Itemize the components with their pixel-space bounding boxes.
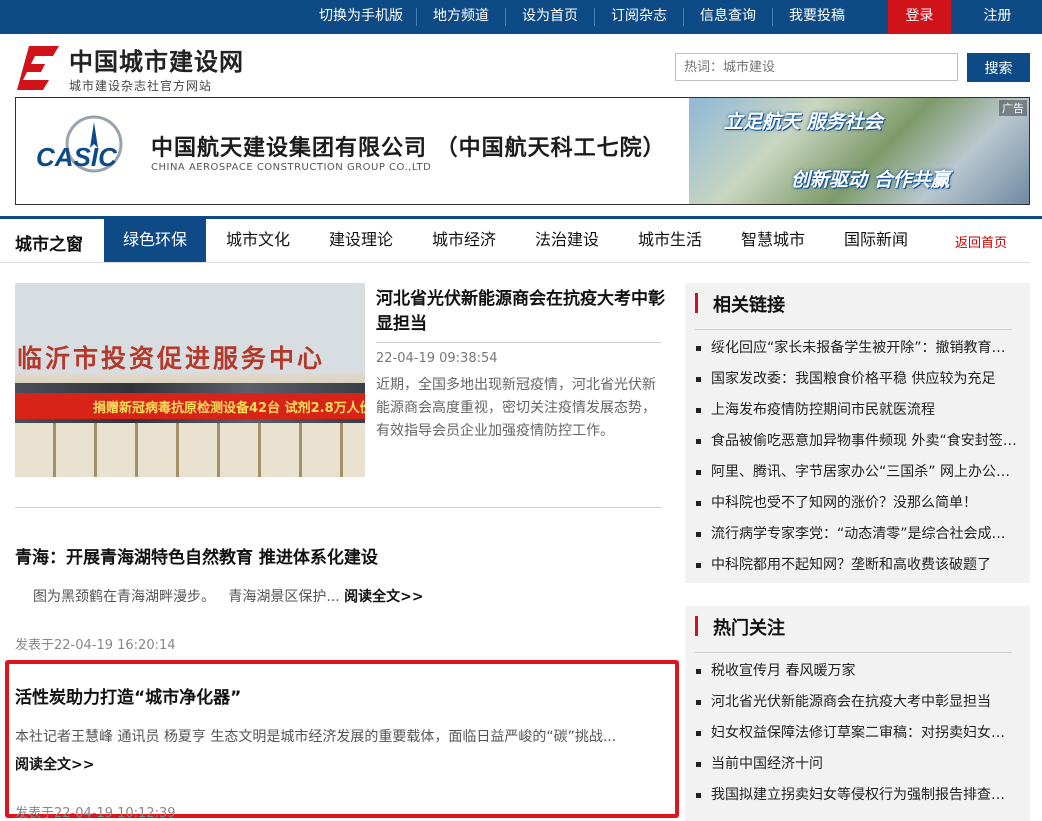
search-button[interactable]: 搜索 (967, 53, 1030, 82)
read-more-link[interactable]: 阅读全文>> (344, 589, 423, 605)
channel-nav: 城市之窗 绿色环保 城市文化 建设理论 城市经济 法治建设 城市生活 智慧城市 … (0, 219, 1030, 263)
hot-topics-title: 热门关注 (713, 618, 785, 639)
search-input[interactable] (675, 53, 958, 81)
register-button[interactable]: 注册 (966, 0, 1029, 34)
back-home-link[interactable]: 返回首页 (955, 232, 1007, 251)
article-title[interactable]: 青海：开展青海湖特色自然教育 推进体系化建设 (15, 543, 378, 568)
hot-topics-header: 热门关注 (695, 606, 1012, 653)
featured-description: 近期，全国多地出现新冠疫情，河北省光伏新能源商会高度重视，密切关注疫情发展态势，… (376, 377, 656, 439)
section-marker (695, 616, 698, 636)
article-snippet-text: 图为黑颈鹤在青海湖畔漫步。 青海湖景区保护... (33, 589, 340, 605)
login-button[interactable]: 登录 (888, 0, 951, 34)
list-item[interactable]: 食品被偷吃恶意加异物事件频现 外卖“食安封签”难题待解 (695, 431, 1017, 462)
list-item[interactable]: 绥化回应“家长未报备学生被开除”：撤销教育局长职务 (695, 338, 1017, 369)
subscribe-link[interactable]: 订阅杂志 (595, 0, 683, 34)
related-links-box: 相关链接 绥化回应“家长未报备学生被开除”：撤销教育局长职务 国家发改委：我国粮… (685, 283, 1030, 583)
casic-logo-icon: CASIC (36, 115, 123, 173)
related-links-title: 相关链接 (713, 295, 785, 316)
tab-life[interactable]: 城市生活 (619, 219, 721, 262)
tab-international[interactable]: 国际新闻 (825, 219, 927, 262)
hot-topics-box: 热门关注 税收宣传月 春风暖万家 河北省光伏新能源商会在抗疫大考中彰显担当 妇女… (685, 606, 1030, 821)
svg-text:CASIC: CASIC (36, 142, 118, 172)
featured-title[interactable]: 河北省光伏新能源商会在抗疫大考中彰显担当 (376, 287, 666, 337)
photo-sign-text: 临沂市投资促进服务中心 (17, 344, 326, 373)
related-links-list: 绥化回应“家长未报备学生被开除”：撤销教育局长职务 国家发改委：我国粮食价格平稳… (695, 338, 1017, 586)
divider (376, 342, 661, 343)
top-bar: 切换为手机版 地方频道 设为首页 订阅杂志 信息查询 我要投稿 登录 注册 (0, 0, 1042, 34)
article-snippet: 图为黑颈鹤在青海湖畔漫步。 青海湖景区保护... 阅读全文>> (33, 586, 424, 606)
banner-ad[interactable]: CASIC 中国航天建设集团有限公司 （中国航天科工七院） CHINA AERO… (15, 97, 1030, 205)
related-links-header: 相关链接 (695, 283, 1012, 330)
banner-company-english: CHINA AEROSPACE CONSTRUCTION GROUP CO.,L… (151, 162, 432, 173)
local-channel-link[interactable]: 地方频道 (417, 0, 505, 34)
list-item[interactable]: 我国拟建立拐卖妇女等侵权行为强制报告排查机制 (695, 785, 1017, 816)
list-item[interactable]: 税收宣传月 春风暖万家 (695, 661, 1017, 692)
article-snippet-text: 本社记者王慧峰 通讯员 杨夏亨 生态文明是城市经济发展的重要载体，面临日益严峻的… (15, 729, 617, 745)
article-time: 发表于22-04-19 10:12:39 (15, 806, 176, 821)
photo-banner-text: 捐赠新冠病毒抗原检测设备42台 试剂2.8万人份 (93, 401, 365, 416)
list-item[interactable]: 阿里、腾讯、字节居家办公“三国杀” 网上办公成常态 (695, 462, 1017, 493)
list-item[interactable]: 河北省光伏新能源商会在抗疫大考中彰显担当 (695, 692, 1017, 723)
tab-economy[interactable]: 城市经济 (413, 219, 515, 262)
article-time: 发表于22-04-19 16:20:14 (15, 638, 176, 653)
tab-smart-city[interactable]: 智慧城市 (722, 219, 824, 262)
banner-company-name: 中国航天建设集团有限公司 （中国航天科工七院） (151, 136, 666, 161)
ad-tag: 广告 (999, 100, 1027, 116)
article-title[interactable]: 活性炭助力打造“城市净化器” (15, 683, 241, 708)
mobile-version-link[interactable]: 切换为手机版 (306, 0, 416, 34)
tab-theory[interactable]: 建设理论 (310, 219, 412, 262)
section-marker (695, 293, 698, 313)
tab-culture[interactable]: 城市文化 (207, 219, 309, 262)
site-name[interactable]: 中国城市建设网 (69, 42, 244, 77)
list-item[interactable]: 中科院都用不起知网？垄断和高收费该破题了 (695, 555, 1017, 586)
banner-slogan: 立足航天 服务社会 (724, 111, 883, 133)
info-query-link[interactable]: 信息查询 (684, 0, 772, 34)
list-item[interactable]: 中科院也受不了知网的涨价？没那么简单！ (695, 493, 1017, 524)
hot-topics-list: 税收宣传月 春风暖万家 河北省光伏新能源商会在抗疫大考中彰显担当 妇女权益保障法… (695, 661, 1017, 816)
photo-boxes (15, 423, 365, 477)
banner-slogan: 创新驱动 合作共赢 (791, 169, 950, 191)
nav-category-title: 城市之窗 (15, 235, 83, 255)
list-item[interactable]: 国家发改委：我国粮食价格平稳 供应较为充足 (695, 369, 1017, 400)
site-subtitle: 城市建设杂志社官方网站 (69, 79, 213, 93)
read-more-link[interactable]: 阅读全文>> (15, 754, 94, 774)
submit-article-link[interactable]: 我要投稿 (773, 0, 861, 34)
list-item[interactable]: 当前中国经济十问 (695, 754, 1017, 785)
tab-law[interactable]: 法治建设 (516, 219, 618, 262)
list-item[interactable]: 流行病学专家李党：“动态清零”是综合社会成本最低的选择 (695, 524, 1017, 555)
tab-green[interactable]: 绿色环保 (104, 219, 206, 262)
photo-red-banner: 捐赠新冠病毒抗原检测设备42台 试剂2.8万人份 (15, 393, 365, 419)
divider (15, 507, 661, 508)
featured-time: 22-04-19 09:38:54 (376, 351, 498, 366)
list-item[interactable]: 上海发布疫情防控期间市民就医流程 (695, 400, 1017, 431)
list-item[interactable]: 妇女权益保障法修订草案二审稿：对拐卖妇女行为零容忍 (695, 723, 1017, 754)
featured-photo[interactable]: 临沂市投资促进服务中心 捐赠新冠病毒抗原检测设备42台 试剂2.8万人份 (15, 283, 365, 477)
set-homepage-link[interactable]: 设为首页 (506, 0, 594, 34)
site-logo-icon[interactable] (15, 44, 61, 90)
